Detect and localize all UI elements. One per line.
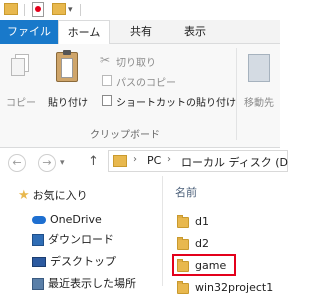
desktop-icon (32, 257, 46, 267)
breadcrumb-drive[interactable]: ローカル ディスク (D (181, 154, 288, 170)
list-item-d1[interactable]: d1 (177, 212, 209, 232)
nav-item-onedrive-label: OneDrive (50, 213, 102, 226)
tab-file[interactable]: ファイル (0, 20, 58, 44)
quick-access-dropdown-icon[interactable]: ▾ (68, 4, 73, 16)
forward-arrow-icon[interactable]: → (38, 154, 56, 172)
paste-button[interactable]: 貼り付け (44, 50, 96, 110)
nav-item-favorites-label: お気に入り (32, 189, 88, 202)
star-icon: ★ (18, 188, 30, 203)
title-bar: ▾ (0, 0, 280, 20)
recent-places-icon (32, 278, 44, 290)
paste-shortcut-button[interactable]: ショートカットの貼り付け (100, 92, 240, 110)
new-folder-icon[interactable] (52, 3, 66, 15)
up-arrow-icon[interactable]: ↑ (88, 153, 99, 171)
navigation-pane: ★ お気に入り OneDrive ダウンロード デスクトップ 最近表示した場所 (0, 176, 162, 290)
copy-path-label: パスのコピー (116, 78, 176, 89)
list-item-win32project1-label: win32project1 (195, 281, 274, 294)
paste-icon (56, 50, 78, 82)
nav-item-downloads[interactable]: ダウンロード (32, 230, 114, 250)
list-item-d1-label: d1 (195, 215, 209, 228)
paste-shortcut-label: ショートカットの貼り付け (116, 98, 236, 109)
quick-access-divider-2 (80, 4, 81, 16)
properties-icon[interactable] (32, 2, 44, 17)
move-to-icon (248, 54, 270, 82)
nav-item-recent[interactable]: 最近表示した場所 (32, 274, 136, 294)
paste-label: 貼り付け (48, 98, 88, 109)
clipboard-group-label: クリップボード (90, 130, 160, 141)
column-header-name[interactable]: 名前 (175, 184, 197, 200)
folder-icon (177, 236, 189, 250)
breadcrumb-separator-icon-2: › (167, 154, 171, 165)
list-item-win32project1[interactable]: win32project1 (177, 278, 273, 298)
paste-shortcut-icon (102, 95, 112, 106)
tab-home[interactable]: ホーム (58, 20, 110, 45)
breadcrumb-pc[interactable]: PC (147, 154, 161, 167)
ribbon-group-divider (236, 48, 237, 140)
tab-share[interactable]: 共有 (118, 20, 164, 44)
address-bar[interactable]: › PC › ローカル ディスク (D (108, 150, 288, 172)
ribbon-tabs: ファイル ホーム 共有 表示 (0, 20, 280, 45)
list-item-d2[interactable]: d2 (177, 234, 209, 254)
list-item-d2-label: d2 (195, 237, 209, 250)
app-folder-icon (4, 3, 18, 15)
breadcrumb-separator-icon: › (133, 154, 137, 165)
scissors-icon: ✂ (100, 53, 111, 67)
ribbon: コピー 貼り付け ✂ 切り取り パスのコピー ショートカットの貼り付け クリップ… (0, 44, 280, 148)
copy-path-button[interactable]: パスのコピー (100, 72, 210, 90)
copy-label: コピー (6, 98, 36, 109)
folder-icon (177, 214, 189, 228)
copy-button[interactable]: コピー (6, 50, 40, 110)
cut-button[interactable]: ✂ 切り取り (100, 52, 190, 70)
copy-icon-back (11, 58, 25, 76)
nav-item-desktop[interactable]: デスクトップ (32, 252, 116, 272)
move-to-button[interactable]: 移動先 (240, 50, 280, 110)
nav-item-desktop-label: デスクトップ (50, 255, 116, 268)
back-arrow-icon[interactable]: ← (8, 154, 26, 172)
address-folder-icon (113, 155, 127, 167)
cut-label: 切り取り (116, 58, 156, 69)
move-to-label: 移動先 (244, 98, 274, 109)
highlight-box (172, 254, 236, 276)
nav-item-recent-label: 最近表示した場所 (48, 277, 136, 290)
download-folder-icon (32, 234, 44, 246)
folder-icon (177, 280, 189, 294)
tab-view[interactable]: 表示 (172, 20, 218, 44)
recent-locations-chevron-icon[interactable]: ▾ (60, 154, 65, 172)
nav-item-onedrive[interactable]: OneDrive (32, 210, 102, 230)
quick-access-divider (24, 4, 25, 16)
nav-item-downloads-label: ダウンロード (48, 233, 114, 246)
nav-item-favorites[interactable]: ★ お気に入り (18, 186, 88, 206)
cloud-icon (32, 216, 46, 224)
copy-path-icon (102, 75, 112, 86)
